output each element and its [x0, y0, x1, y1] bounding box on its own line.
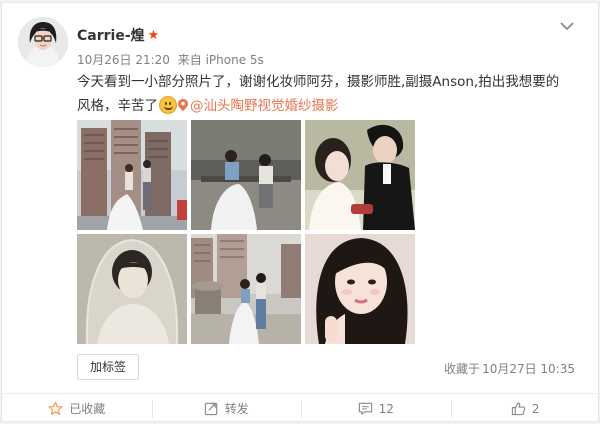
favorite-label: 已收藏: [69, 402, 106, 416]
avatar[interactable]: [18, 17, 68, 67]
post-text: 今天看到一小部分照片了，谢谢化妆师阿芬，摄影师胜,副摄Anson,拍出我想要的 …: [77, 70, 587, 118]
post-text-line1: 今天看到一小部分照片了，谢谢化妆师阿芬，摄影师胜,副摄Anson,拍出我想要的: [77, 74, 560, 90]
like-count: 2: [531, 401, 540, 416]
chevron-down-icon[interactable]: [558, 19, 576, 33]
favorited-timestamp: 10月27日 10:35: [482, 362, 575, 376]
like-button[interactable]: 2: [450, 394, 600, 423]
map-pin-icon: [178, 99, 188, 111]
photo-thumbnail[interactable]: [77, 120, 187, 230]
wedding-photo-rooftop-couple: [191, 234, 301, 344]
bride-portrait-closeup: [305, 234, 415, 344]
post-meta: 10月26日 21:20 来自 iPhone 5s: [77, 51, 264, 68]
photo-thumbnail[interactable]: [77, 234, 187, 344]
weibo-post-card: Carrie-煌 ★ 10月26日 21:20 来自 iPhone 5s 今天看…: [1, 2, 600, 423]
comment-icon: [358, 402, 372, 415]
thumbs-up-icon: [511, 402, 526, 416]
author-name[interactable]: Carrie-煌: [77, 25, 145, 45]
photo-thumbnail[interactable]: [305, 120, 415, 230]
mention-text[interactable]: @汕头陶野视觉婚纱摄影: [190, 98, 339, 114]
comment-count: 12: [378, 401, 394, 416]
author-row: Carrie-煌 ★: [77, 25, 159, 45]
repost-icon: [204, 402, 217, 416]
star-badge-icon[interactable]: ★: [148, 29, 160, 42]
star-outline-icon: [48, 401, 63, 415]
favorited-label: 收藏于: [444, 362, 481, 376]
wedding-photo-kiss: [305, 120, 415, 230]
smiley-face-icon: [159, 96, 177, 114]
repost-button[interactable]: 转发: [151, 394, 302, 423]
photo-grid: [77, 120, 415, 344]
post-date[interactable]: 10月26日 21:20: [77, 53, 170, 67]
wedding-photo-couple-sitting: [191, 120, 301, 230]
avatar-image: [18, 17, 68, 67]
favorited-time: 收藏于 10月27日 10:35: [444, 360, 575, 377]
repost-label: 转发: [224, 402, 249, 416]
add-tag-button[interactable]: 加标签: [77, 354, 140, 380]
wedding-photo-veil-portrait: [77, 234, 187, 344]
post-source[interactable]: 来自 iPhone 5s: [178, 53, 264, 67]
favorite-button[interactable]: 已收藏: [2, 394, 152, 423]
mention-link[interactable]: @汕头陶野视觉婚纱摄影: [178, 98, 339, 114]
wedding-photo-buildings-couple: [77, 120, 187, 230]
photo-thumbnail[interactable]: [305, 234, 415, 344]
action-bar: 已收藏 转发 12 2: [2, 393, 600, 423]
comment-button[interactable]: 12: [301, 394, 451, 423]
post-text-line2: 风格，辛苦了: [77, 98, 158, 114]
photo-thumbnail[interactable]: [191, 120, 301, 230]
photo-thumbnail[interactable]: [191, 234, 301, 344]
